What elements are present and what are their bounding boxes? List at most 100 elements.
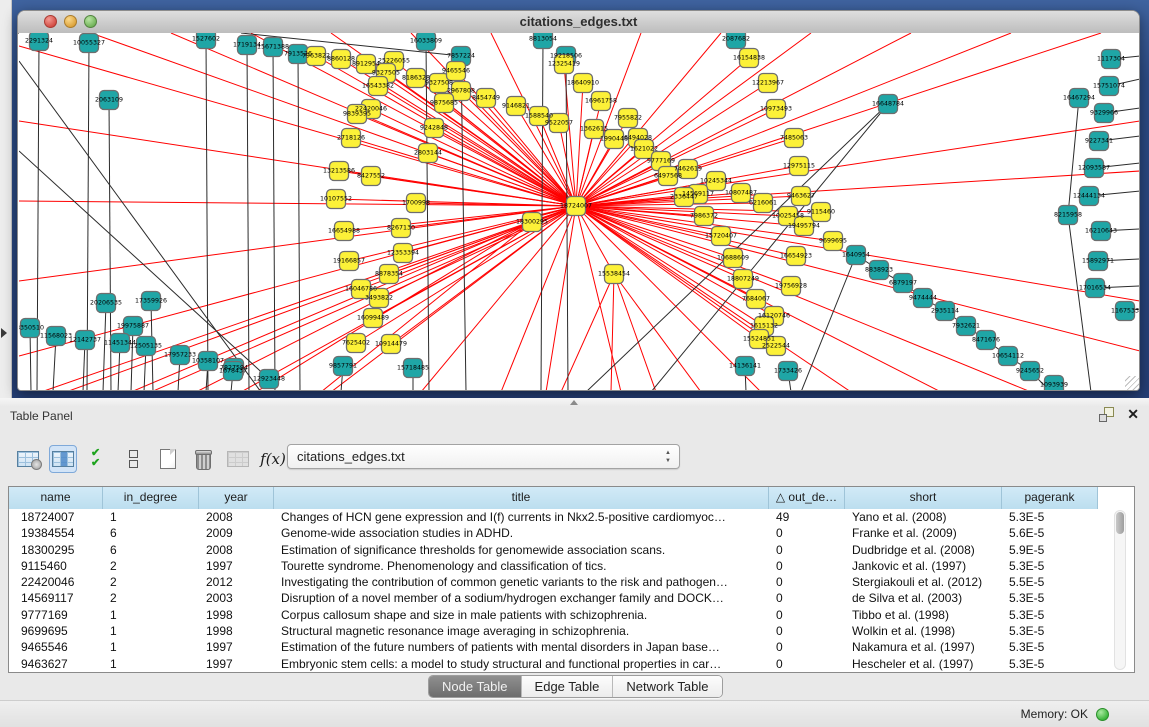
table-mode-icon[interactable] (14, 445, 42, 473)
graph-node-label: 10055327 (73, 40, 105, 47)
table-row[interactable]: 946362711997Embryonic stem cells: a mode… (9, 656, 1134, 672)
graph-node-label: 13213586 (323, 168, 355, 175)
graph-node-label: 2967808 (447, 88, 475, 95)
column-header-name[interactable]: name (9, 487, 103, 509)
table-row[interactable]: 1938455462009Genome-wide association stu… (9, 525, 1134, 541)
column-header-in_degree[interactable]: in_degree (103, 487, 199, 509)
table-row[interactable]: 1872400712008Changes of HCN gene express… (9, 509, 1134, 525)
tab-node-table[interactable]: Node Table (429, 676, 521, 697)
cell-in_degree: 1 (103, 656, 199, 672)
table-row[interactable]: 2242004622012Investigating the contribut… (9, 574, 1134, 590)
graph-node-label: 16046786 (345, 286, 377, 293)
graph-node-label: 6216061 (749, 200, 777, 207)
window-resize-grip[interactable] (1125, 376, 1140, 391)
table-tabs: Node TableEdge TableNetwork Table (428, 675, 723, 698)
cell-short: Yano et al. (2008) (845, 509, 1002, 525)
tab-network-table[interactable]: Network Table (612, 676, 721, 697)
graph-node-label: 17359926 (135, 298, 167, 305)
cell-in_degree: 1 (103, 623, 199, 639)
table-mode-icon (17, 451, 39, 467)
graph-node-label: 12142737 (69, 337, 101, 344)
close-panel-icon[interactable]: ✕ (1127, 407, 1139, 422)
delete-column-icon[interactable] (189, 445, 217, 473)
cell-pagerank: 5.3E-5 (1002, 656, 1098, 672)
graph-node-label: 3493822 (365, 295, 393, 302)
function-builder-icon[interactable]: f(x) (259, 445, 287, 473)
cell-out_degree: 0 (769, 639, 845, 655)
graph-node-label: 10358107 (192, 358, 224, 365)
graph-node-label: 8912954 (352, 61, 380, 68)
graph-node-label: 25226055 (378, 58, 410, 65)
cell-out_degree: 0 (769, 590, 845, 606)
cell-title: Investigating the contribution of common… (274, 574, 769, 590)
cell-name: 9115460 (9, 558, 103, 574)
graph-node-label: 15538454 (598, 271, 630, 278)
graph-node-label: 1588540 (525, 113, 553, 120)
tab-edge-table[interactable]: Edge Table (521, 676, 613, 697)
network-window-titlebar[interactable]: citations_edges.txt (18, 11, 1139, 34)
cell-name: 19384554 (9, 525, 103, 541)
graph-node-label: 7684067 (742, 296, 770, 303)
table-panel-title: Table Panel (10, 409, 73, 423)
row-height-icon[interactable] (119, 445, 147, 473)
graph-node-label: 7932621 (952, 323, 980, 330)
scrollbar-thumb[interactable] (1116, 512, 1124, 534)
cell-out_degree: 49 (769, 509, 845, 525)
cell-name: 14569117 (9, 590, 103, 606)
graph-node-label: 10973493 (760, 106, 792, 113)
combo-stepper-icon: ▲▼ (665, 449, 671, 465)
table-row[interactable]: 946554611997Estimation of the future num… (9, 639, 1134, 655)
cell-pagerank: 5.3E-5 (1002, 509, 1098, 525)
cell-name: 18300295 (9, 542, 103, 558)
column-header-pagerank[interactable]: pagerank (1002, 487, 1098, 509)
graph-node-label: 9465546 (442, 68, 470, 75)
cell-in_degree: 6 (103, 542, 199, 558)
network-graph-svg[interactable]: 2291324100553271527602171913415671388791… (19, 33, 1140, 391)
cell-short: Franke et al. (2009) (845, 525, 1002, 541)
create-column-icon (160, 449, 176, 469)
graph-node-label: 6497568 (654, 173, 682, 180)
float-panel-icon[interactable] (1099, 407, 1114, 422)
graph-node-label: 15720407 (705, 233, 737, 240)
graph-node-label: 2087682 (722, 36, 750, 43)
cell-title: Structural magnetic resonance image aver… (274, 623, 769, 639)
graph-node-label: 8860128 (327, 56, 355, 63)
table-row[interactable]: 1456911722003Disruption of a novel membe… (9, 590, 1134, 606)
create-column-icon[interactable] (154, 445, 182, 473)
graph-node-label: 15718485 (397, 365, 429, 372)
graph-edge (19, 121, 576, 206)
graph-node-label: 16033809 (410, 38, 442, 45)
network-canvas[interactable]: 2291324100553271527602171913415671388791… (19, 33, 1140, 391)
cell-short: Stergiakouli et al. (2012) (845, 574, 1002, 590)
cell-title: Disruption of a novel member of a sodium… (274, 590, 769, 606)
graph-edge (614, 274, 656, 391)
import-table-icon (224, 445, 252, 473)
graph-edge (19, 206, 576, 356)
column-header-title[interactable]: title (274, 487, 769, 509)
table-row[interactable]: 969969511998Structural magnetic resonanc… (9, 623, 1134, 639)
column-header-short[interactable]: short (845, 487, 1002, 509)
cell-in_degree: 2 (103, 574, 199, 590)
select-columns-icon[interactable] (49, 445, 77, 473)
left-gutter (0, 0, 12, 398)
cell-title: Corpus callosum shape and size in male p… (274, 607, 769, 623)
column-visibility-icon[interactable] (84, 445, 112, 473)
graph-node-label: 12353394 (387, 250, 419, 257)
network-table-selector[interactable]: citations_edges.txt ▲▼ (287, 444, 680, 469)
table-vertical-scrollbar[interactable] (1114, 510, 1126, 670)
graph-node-label: 1733426 (774, 368, 802, 375)
table-row[interactable]: 977716911998Corpus callosum shape and si… (9, 607, 1134, 623)
cell-title: Tourette syndrome. Phenomenology and cla… (274, 558, 769, 574)
column-header-out_degree[interactable]: △ out_de… (769, 487, 845, 509)
graph-node-label: 16467294 (1063, 95, 1095, 102)
cell-title: Genome-wide association studies in ADHD. (274, 525, 769, 541)
table-row[interactable]: 911546021997Tourette syndrome. Phenomeno… (9, 558, 1134, 574)
graph-node-label: 12325419 (548, 61, 580, 68)
graph-node-label: 12444134 (1073, 193, 1105, 200)
graph-node-label: 9245652 (1016, 368, 1044, 375)
column-header-year[interactable]: year (199, 487, 274, 509)
table-row[interactable]: 1830029562008Estimation of significance … (9, 542, 1134, 558)
graph-node-label: 1167533 (1111, 308, 1139, 315)
graph-node-label: 9327505 (372, 70, 400, 77)
column-visibility-icon (91, 449, 105, 469)
